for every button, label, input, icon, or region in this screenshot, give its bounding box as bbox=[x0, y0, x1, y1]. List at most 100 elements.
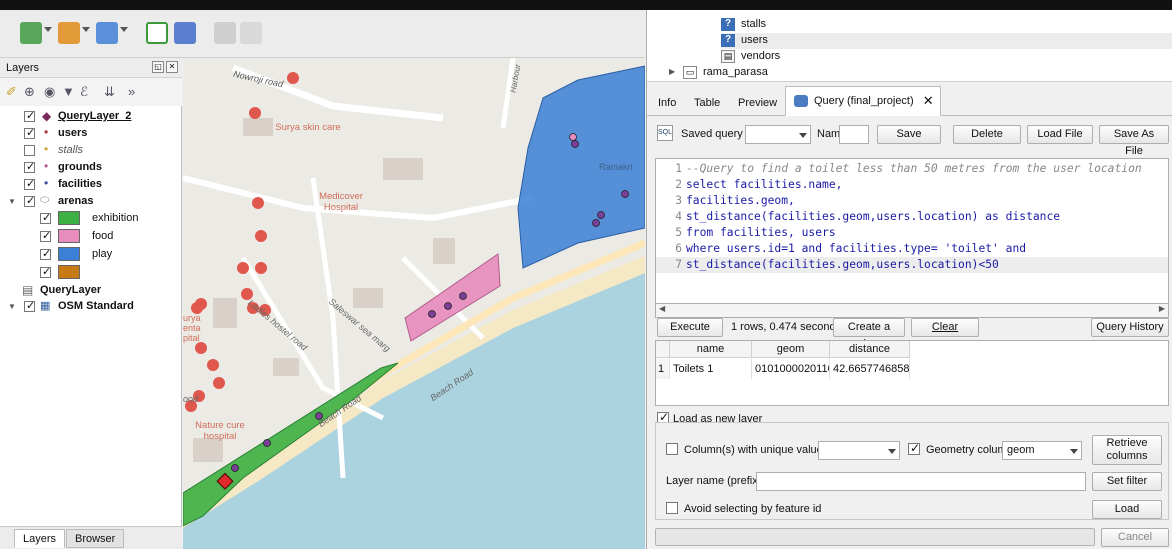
db-tree-item-users[interactable]: ? users bbox=[721, 33, 1172, 49]
load-button[interactable]: Load bbox=[1092, 500, 1162, 519]
expression-filter-icon[interactable]: ℰ bbox=[80, 84, 88, 100]
tab-table[interactable]: Table bbox=[685, 90, 729, 116]
add-layer-icon[interactable] bbox=[20, 22, 42, 44]
row-index[interactable]: 1 bbox=[656, 359, 670, 379]
layer-osm-standard[interactable]: ▼ ▦ OSM Standard bbox=[0, 298, 182, 315]
progress-bar bbox=[655, 528, 1095, 546]
chevron-down-icon[interactable]: ▼ bbox=[8, 197, 16, 206]
layer-checkbox[interactable] bbox=[24, 145, 35, 156]
column-header[interactable]: name bbox=[670, 341, 752, 358]
tab-preview[interactable]: Preview bbox=[729, 90, 786, 116]
map-label: Nature cure hospital bbox=[195, 420, 245, 442]
style-icon[interactable]: ✐ bbox=[6, 84, 17, 100]
more-icon[interactable]: » bbox=[128, 84, 135, 99]
saved-query-label: Saved query bbox=[681, 128, 743, 140]
legend-play[interactable]: play bbox=[0, 246, 182, 263]
tab-browser[interactable]: Browser bbox=[66, 529, 125, 548]
editor-horizontal-scrollbar[interactable]: ◀ ▶ bbox=[655, 304, 1169, 318]
query-name-input[interactable] bbox=[839, 125, 869, 144]
layer-checkbox[interactable] bbox=[24, 126, 35, 139]
sql-icon: SQL bbox=[657, 125, 673, 141]
legend-food[interactable]: food bbox=[0, 228, 182, 245]
layer-grounds[interactable]: • grounds bbox=[0, 159, 182, 176]
avoid-feature-id-checkbox[interactable] bbox=[666, 502, 678, 514]
chevron-down-icon[interactable] bbox=[82, 27, 90, 34]
layer-label: OSM Standard bbox=[58, 300, 134, 312]
close-icon[interactable]: ✕ bbox=[923, 93, 934, 109]
chevron-down-icon[interactable]: ▼ bbox=[8, 302, 16, 311]
clear-button[interactable]: Clear bbox=[911, 318, 979, 337]
tab-info[interactable]: Info bbox=[649, 90, 685, 116]
execute-button[interactable]: Execute bbox=[657, 318, 723, 337]
expand-all-icon[interactable]: ⇊ bbox=[104, 84, 115, 100]
chevron-right-icon[interactable]: ▶ bbox=[669, 67, 675, 76]
chevron-down-icon[interactable] bbox=[44, 27, 52, 34]
schema-icon: ▭ bbox=[683, 66, 697, 79]
legend-checkbox[interactable] bbox=[40, 247, 51, 260]
chevron-right-icon[interactable]: ▶ bbox=[1159, 304, 1165, 313]
visibility-icon[interactable]: ◉ bbox=[44, 84, 55, 100]
geometry-column-checkbox[interactable] bbox=[908, 441, 920, 455]
geometry-column-select[interactable]: geom bbox=[1002, 441, 1082, 460]
load-file-button[interactable]: Load File bbox=[1027, 125, 1093, 144]
building bbox=[213, 298, 237, 328]
layer-checkbox[interactable] bbox=[24, 299, 35, 312]
map-label: urya enta pital bbox=[183, 313, 201, 343]
chevron-left-icon[interactable]: ◀ bbox=[659, 304, 665, 313]
layer-arenas[interactable]: ▼ ⬭ arenas bbox=[0, 193, 182, 210]
digitize-icon[interactable] bbox=[58, 22, 80, 44]
chevron-down-icon[interactable] bbox=[120, 27, 128, 34]
layer-querylayer[interactable]: ▤ QueryLayer bbox=[0, 282, 182, 299]
legend-checkbox[interactable] bbox=[40, 265, 51, 278]
column-header[interactable]: distance bbox=[830, 341, 910, 358]
search-icon[interactable] bbox=[146, 22, 168, 44]
save-button[interactable]: Save bbox=[877, 125, 941, 144]
unique-columns-select[interactable] bbox=[818, 441, 900, 460]
identify-icon[interactable] bbox=[174, 22, 196, 44]
layer-querylayer-2[interactable]: ◆ QueryLayer_2 bbox=[0, 108, 182, 125]
sql-editor[interactable]: 1 --Query to find a toilet less than 50 m… bbox=[655, 158, 1169, 304]
table-cell[interactable]: Toilets 1 bbox=[670, 359, 752, 379]
retrieve-columns-button[interactable]: Retrieve columns bbox=[1092, 435, 1162, 465]
map-canvas[interactable]: Nowroji road Surya skin care Medicover H… bbox=[183, 58, 645, 549]
layer-users[interactable]: • users bbox=[0, 125, 182, 142]
saved-query-select[interactable] bbox=[745, 125, 811, 144]
close-icon[interactable]: ✕ bbox=[166, 61, 178, 73]
layer-name-input[interactable] bbox=[756, 472, 1086, 491]
select-feature-icon[interactable] bbox=[96, 22, 118, 44]
layer-facilities[interactable]: • facilities bbox=[0, 176, 182, 193]
delete-button[interactable]: Delete bbox=[953, 125, 1021, 144]
table-cell[interactable]: 42.66577468581... bbox=[830, 359, 910, 379]
layer-stalls[interactable]: • stalls bbox=[0, 142, 182, 159]
column-header[interactable]: geom bbox=[752, 341, 830, 358]
results-table: name geom distance 1 Toilets 1 010100002… bbox=[655, 340, 1169, 406]
code-line: 3 facilities.geom, bbox=[675, 194, 795, 207]
query-history-button[interactable]: Query History bbox=[1091, 318, 1169, 337]
legend-other[interactable] bbox=[0, 264, 182, 281]
filter-icon[interactable]: ▼ bbox=[62, 84, 75, 99]
tab-layers[interactable]: Layers bbox=[14, 529, 66, 548]
layer-label: users bbox=[58, 127, 88, 139]
add-group-icon[interactable]: ⊕ bbox=[24, 84, 35, 100]
unique-columns-checkbox[interactable] bbox=[666, 443, 678, 455]
float-panel-icon[interactable]: ◱ bbox=[152, 61, 164, 73]
layer-checkbox[interactable] bbox=[24, 109, 35, 122]
legend-swatch bbox=[58, 211, 80, 225]
cancel-button[interactable]: Cancel bbox=[1101, 528, 1169, 547]
table-cell[interactable]: 0101000020110... bbox=[752, 359, 830, 379]
legend-label: play bbox=[92, 248, 113, 260]
legend-checkbox[interactable] bbox=[40, 211, 51, 224]
legend-exhibition[interactable]: exhibition bbox=[0, 210, 182, 227]
tab-query[interactable]: Query (final_project) ✕ bbox=[785, 86, 941, 116]
layer-checkbox[interactable] bbox=[24, 194, 35, 207]
processing-icon[interactable] bbox=[214, 22, 236, 44]
create-view-button[interactable]: Create a view bbox=[833, 318, 905, 350]
query-pane: SQL Saved query Name Save Delete Load Fi… bbox=[647, 116, 1172, 549]
layer-checkbox[interactable] bbox=[24, 160, 35, 173]
legend-checkbox[interactable] bbox=[40, 229, 51, 242]
set-filter-button[interactable]: Set filter bbox=[1092, 472, 1162, 491]
layer-checkbox[interactable] bbox=[24, 177, 35, 190]
save-as-file-button[interactable]: Save As File bbox=[1099, 125, 1169, 157]
layout-icon[interactable] bbox=[240, 22, 262, 44]
layers-panel: Layers ◱ ✕ ✐ ⊕ ◉ ▼ ℰ ⇊ » ◆ QueryLayer_2 … bbox=[0, 58, 182, 549]
